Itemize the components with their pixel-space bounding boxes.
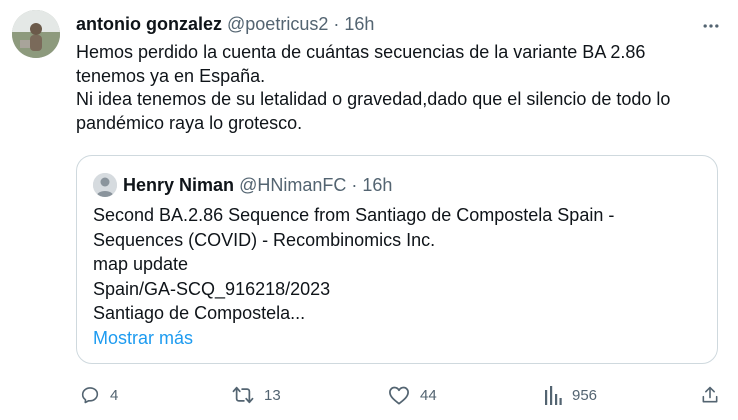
more-options-button[interactable] (694, 12, 728, 40)
views-button[interactable]: 956 (544, 380, 597, 410)
quoted-timestamp[interactable]: 16h (362, 175, 392, 195)
share-button[interactable] (700, 380, 720, 410)
quoted-tweet-card[interactable]: Henry Niman @HNimanFC · 16h Second BA.2.… (76, 155, 718, 364)
views-count: 956 (572, 386, 598, 404)
tweet-text: Hemos perdido la cuenta de cuántas secue… (76, 41, 726, 135)
quoted-author-name[interactable]: Henry Niman (123, 175, 234, 195)
separator-dot: · (333, 14, 340, 34)
reply-button[interactable]: 4 (80, 380, 118, 410)
share-icon (702, 386, 718, 403)
timestamp[interactable]: 16h (344, 14, 374, 34)
retweet-icon (232, 386, 254, 404)
show-more-link[interactable]: Mostrar más (93, 326, 193, 350)
more-horizontal-icon (703, 24, 719, 28)
quoted-text-line: Santiago de Compostela... (93, 303, 306, 324)
like-count: 44 (420, 386, 437, 404)
retweet-button[interactable]: 13 (232, 380, 281, 410)
quoted-text-line: map update (93, 254, 189, 275)
like-button[interactable]: 44 (388, 380, 437, 410)
separator-dot: · (351, 175, 358, 195)
author-name[interactable]: antonio gonzalez (76, 14, 222, 34)
quoted-text-line: Second BA.2.86 Sequence from Santiago de… (93, 205, 615, 225)
quoted-text-line: Spain/GA-SCQ_916218/2023 (93, 278, 331, 299)
quoted-text-line: Sequences (COVID) - Recombinomics Inc. (93, 229, 436, 250)
tweet-text-line: Hemos perdido la cuenta de cuántas secue… (76, 42, 646, 62)
quoted-avatar[interactable] (93, 173, 117, 197)
avatar[interactable] (12, 10, 60, 58)
quoted-header: Henry Niman @HNimanFC · 16h (123, 173, 392, 197)
author-handle[interactable]: @poetricus2 (227, 14, 328, 34)
views-chart-icon (545, 386, 562, 405)
retweet-count: 13 (264, 386, 281, 404)
tweet-text-line: pandémico raya lo grotesco. (76, 112, 303, 133)
tweet-text-line: Ni idea tenemos de su letalidad o graved… (76, 89, 671, 110)
quoted-author-handle[interactable]: @HNimanFC (239, 175, 346, 195)
reply-icon (81, 387, 99, 404)
heart-icon (389, 386, 409, 405)
reply-count: 4 (110, 386, 119, 404)
tweet-text-line: tenemos ya en España. (76, 65, 266, 86)
tweet-header: antonio gonzalez @poetricus2 · 16h (76, 12, 374, 36)
quoted-text: Second BA.2.86 Sequence from Santiago de… (93, 203, 703, 326)
